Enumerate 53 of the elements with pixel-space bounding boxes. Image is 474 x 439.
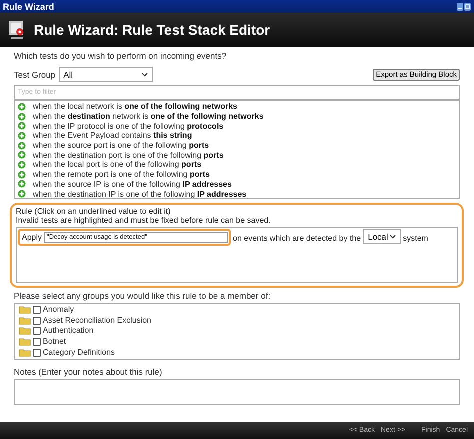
add-icon[interactable] [18,102,26,111]
group-checkbox[interactable] [33,348,41,357]
folder-icon [19,338,31,346]
folder-icon [19,316,31,325]
test-item[interactable]: when the remote port is one of the following ports [33,170,210,180]
notes-label: Notes (Enter your notes about this rule) [14,367,164,377]
folder-icon [19,327,31,336]
add-icon[interactable] [18,142,26,150]
add-icon[interactable] [18,170,26,179]
group-label[interactable]: Asset Reconciliation Exclusion [43,316,152,326]
test-item[interactable]: when the IP protocol is one of the following protocols [33,122,224,131]
group-checkbox[interactable] [33,306,41,314]
test-item[interactable]: when the Event Payload contains this string [33,131,192,140]
folder-icon [19,306,31,314]
rule-text: on events which are detected by the [233,234,362,243]
add-icon[interactable] [18,160,26,169]
test-item[interactable]: when the destination port is one of the following ports [33,150,224,160]
group-label[interactable]: Authentication [43,326,94,336]
window-title: Rule Wizard [3,2,54,12]
folder-icon [19,348,31,357]
apply-label: Apply [22,233,42,242]
group-label[interactable]: Botnet [43,337,66,348]
group-checkbox[interactable] [33,327,41,336]
test-item[interactable]: when the local port is one of the following ports [33,160,202,170]
add-icon[interactable] [18,180,26,188]
add-icon[interactable] [18,112,26,121]
test-group-select[interactable]: All [58,67,153,82]
notes-field[interactable] [14,379,460,405]
caret-icon [390,234,396,238]
question-text: Which tests do you wish to perform on incoming events? [14,51,228,61]
caret-icon [142,72,148,76]
group-label[interactable]: Category Definitions [43,348,116,358]
page-title: Rule Wizard: Rule Test Stack Editor [34,22,270,38]
group-label[interactable]: Anomaly [43,305,74,316]
group-checkbox[interactable] [33,316,41,325]
rule-hint: Invalid tests are highlighted and must be fixed before rule can be saved. [16,216,272,225]
test-item[interactable]: when the local network is one of the following networks [33,102,238,112]
add-icon[interactable] [18,190,26,198]
groups-label: Please select any groups you would like this rule to be a member of: [14,291,272,301]
group-checkbox[interactable] [33,338,41,346]
add-icon[interactable] [18,132,26,140]
test-item[interactable]: when the destination network is one of the following networks [33,112,264,122]
window-controls-icon[interactable] [457,2,471,10]
test-item[interactable]: when the source IP is one of the following IP addresses [33,180,232,189]
monitor-icon [8,20,26,40]
system-select[interactable]: Local [363,229,402,244]
rule-end-text: system [403,234,428,243]
rule-title: Rule (Click on an underlined value to edit it) [16,207,172,216]
test-item[interactable]: when the source port is one of the following ports [33,141,210,150]
test-group-label: Test Group [14,70,56,80]
add-icon[interactable] [18,151,26,160]
test-item[interactable]: when the destination IP is one of the following IP addresses [33,190,247,198]
add-icon[interactable] [18,122,26,130]
